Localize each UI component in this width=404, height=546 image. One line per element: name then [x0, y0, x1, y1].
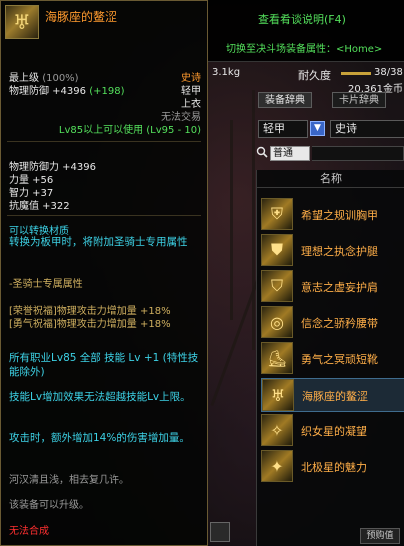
weight-value: 3.1kg	[212, 67, 241, 78]
dolphin-gear-icon: ♅	[262, 379, 294, 411]
tab-equipment-dictionary[interactable]: 装备辞典	[258, 92, 312, 108]
dictionary-tabs: 装备辞典 卡片辞典	[258, 92, 404, 108]
equipment-dictionary-window: 查看肴谈说明(F4) 切换至决斗场装备属性：<Home> 3.1kg 耐久度 3…	[208, 0, 404, 546]
durability-bar	[341, 72, 371, 75]
stat-line: 抗魔值 +322	[9, 201, 70, 212]
divider	[7, 141, 201, 142]
durability-value: 38/38	[374, 67, 403, 78]
leggings-icon: ⛊	[261, 234, 293, 266]
list-item[interactable]: ⛨ 希望之规训胸甲	[261, 198, 404, 232]
item-tooltip: ♅ 海豚座的鳌涩 最上级 (100%) 史诗 物理防御 +4396 (+198)…	[0, 0, 208, 546]
search-icon	[256, 146, 268, 158]
flavor-text: 河汉清且浅，相去复几许。	[9, 475, 129, 486]
tab-card-dictionary[interactable]: 卡片辞典	[332, 92, 386, 108]
list-item-label: 信念之骄矜腰带	[301, 317, 378, 330]
list-item[interactable]: ✦ 北极星的魅力	[261, 450, 404, 484]
item-name: 海豚座的鳌涩	[45, 10, 118, 24]
skill-limit-line: 技能Lv增加效果无法超越技能Lv上限。	[9, 391, 191, 403]
list-item[interactable]: ⛊ 理想之执念护腿	[261, 234, 404, 268]
phys-def-value: 物理防御 +4396	[9, 86, 87, 97]
divider	[7, 215, 201, 216]
phys-def-bonus: (+198)	[89, 86, 125, 97]
chevron-down-icon[interactable]: ▼	[310, 121, 325, 136]
armor-type-select[interactable]: 轻甲	[258, 120, 308, 138]
convert-description: 转换为板甲时，将附加圣骑士专用属性	[9, 236, 188, 248]
breastplate-icon: ⛨	[261, 198, 293, 230]
list-item-label: 意志之虚妄护肩	[301, 281, 378, 294]
list-item-label: 勇气之冥顽短靴	[301, 353, 378, 366]
vega-icon: ✧	[261, 414, 293, 446]
list-item-label: 海豚座的鳌涩	[302, 390, 368, 403]
help-link[interactable]: 查看肴谈说明(F4)	[258, 11, 346, 27]
inventory-slot-icon[interactable]	[210, 522, 230, 542]
list-header-name: 名称	[257, 170, 404, 188]
damage-bonus-line: 攻击时，额外增加14%的伤害增加量。	[9, 432, 190, 444]
search-input-field[interactable]	[312, 146, 404, 161]
list-item-label: 北极星的魅力	[301, 461, 367, 474]
duel-switch-link[interactable]: 切换至决斗场装备属性：<Home>	[226, 40, 382, 55]
skill-bonus-line: 所有职业Lv85 全部 技能 Lv +1 (特性技能除外)	[9, 352, 199, 378]
list-item-label: 理想之执念护腿	[301, 245, 378, 258]
tooltip-header: ♅ 海豚座的鳌涩	[1, 1, 207, 63]
durability-label: 耐久度	[298, 69, 331, 82]
list-item[interactable]: ✧ 织女星的凝望	[261, 414, 404, 448]
window-top-bar: 查看肴谈说明(F4) 切换至决斗场装备属性：<Home>	[208, 0, 404, 62]
list-item-label: 织女星的凝望	[301, 425, 367, 438]
level-requirement: Lv85以上可以使用 (Lv95 - 10)	[58, 125, 201, 136]
search-input[interactable]: 普通	[270, 146, 310, 161]
rarity-select[interactable]: 史诗	[330, 120, 404, 138]
item-list: 名称 ⛨ 希望之规训胸甲 ⛊ 理想之执念护腿 ⛉ 意志之虚妄护肩 ◎ 信念之骄矜…	[256, 170, 404, 546]
upgrade-note: 该装备可以升级。	[9, 500, 89, 511]
preorder-button[interactable]: 预购值	[360, 528, 400, 544]
shoulder-icon: ⛉	[261, 270, 293, 302]
list-item[interactable]: ◎ 信念之骄矜腰带	[261, 306, 404, 340]
list-item[interactable]: ⛉ 意志之虚妄护肩	[261, 270, 404, 304]
belt-icon: ◎	[261, 306, 293, 338]
paladin-line: [勇气祝福]物理攻击力增加量 +18%	[9, 319, 171, 330]
dolphin-constellation-gear-icon: ♅	[5, 5, 39, 39]
no-synthesis-label: 无法合成	[9, 526, 49, 537]
phys-def-row: 物理防御 +4396 (+198)	[9, 82, 124, 97]
list-item-label: 希望之规训胸甲	[301, 209, 378, 222]
boots-icon: ⛸	[261, 342, 293, 374]
polaris-icon: ✦	[261, 450, 293, 482]
list-item[interactable]: ⛸ 勇气之冥顽短靴	[261, 342, 404, 376]
paladin-title: -圣骑士专属属性	[9, 279, 83, 290]
list-item-selected[interactable]: ♅ 海豚座的鳌涩	[261, 378, 404, 412]
